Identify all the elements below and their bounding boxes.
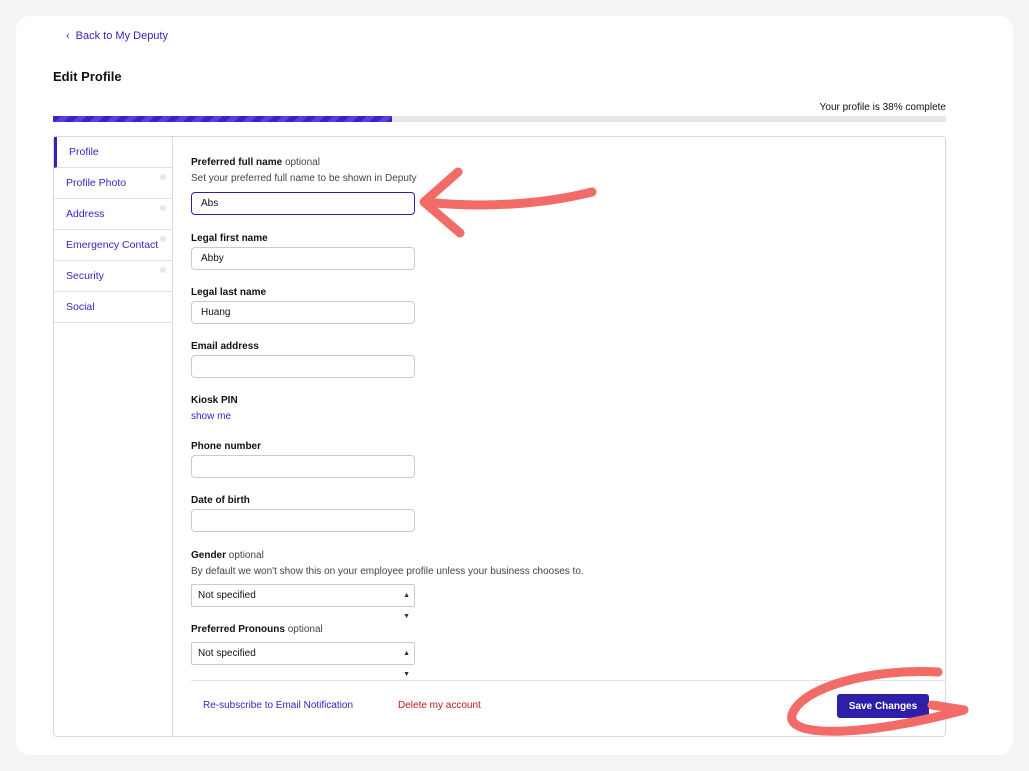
select-value: Not specified xyxy=(198,590,256,601)
legal-first-name-label: Legal first name xyxy=(191,233,268,244)
optional-tag: optional xyxy=(284,157,320,168)
sidebar-item-profile-photo[interactable]: Profile Photo xyxy=(54,168,172,199)
chevron-left-icon: ‹ xyxy=(66,30,70,42)
kiosk-pin-show-link[interactable]: show me xyxy=(191,411,231,422)
sidebar-item-profile[interactable]: Profile xyxy=(54,137,172,168)
optional-tag: optional xyxy=(228,550,264,561)
sidebar-item-label: Social xyxy=(66,301,95,313)
legal-last-name-input[interactable]: Huang xyxy=(191,301,415,324)
sidebar-item-label: Security xyxy=(66,270,104,282)
progress-text: Your profile is 38% complete xyxy=(819,102,946,113)
kiosk-pin-label: Kiosk PIN xyxy=(191,395,238,406)
back-link[interactable]: ‹ Back to My Deputy xyxy=(66,30,168,42)
gender-help: By default we won't show this on your em… xyxy=(191,566,584,577)
dob-label: Date of birth xyxy=(191,495,250,506)
sidebar-item-social[interactable]: Social xyxy=(54,292,172,323)
page-title: Edit Profile xyxy=(53,69,122,84)
phone-label: Phone number xyxy=(191,441,262,452)
sidebar-item-label: Address xyxy=(66,208,105,220)
profile-card: Profile Profile Photo Address Emergency … xyxy=(53,136,946,737)
gender-select[interactable]: Not specified ▲ ▼ xyxy=(191,584,415,620)
label-text: Preferred full name xyxy=(191,157,283,168)
label-text: Preferred Pronouns xyxy=(191,624,285,635)
select-value: Not specified xyxy=(198,648,256,659)
sidebar-item-security[interactable]: Security xyxy=(54,261,172,292)
status-dot-icon xyxy=(160,236,166,242)
pronouns-select[interactable]: Not specified ▲ ▼ xyxy=(191,642,415,678)
status-dot-icon xyxy=(160,205,166,211)
email-label: Email address xyxy=(191,341,259,352)
sidebar: Profile Profile Photo Address Emergency … xyxy=(54,137,173,736)
progress-fill xyxy=(53,116,393,122)
sidebar-item-label: Profile Photo xyxy=(66,177,127,189)
sidebar-item-emergency-contact[interactable]: Emergency Contact xyxy=(54,230,172,261)
label-text: Gender xyxy=(191,550,227,561)
save-changes-button[interactable]: Save Changes xyxy=(837,694,929,718)
caret-down-icon: ▲ ▼ xyxy=(403,650,410,678)
resubscribe-link[interactable]: Re-subscribe to Email Notification xyxy=(203,700,353,711)
legal-first-name-input[interactable]: Abby xyxy=(191,247,415,270)
back-link-label: Back to My Deputy xyxy=(75,30,168,42)
optional-tag: optional xyxy=(287,624,323,635)
preferred-name-help: Set your preferred full name to be shown… xyxy=(191,173,417,184)
status-dot-icon xyxy=(160,267,166,273)
delete-account-link[interactable]: Delete my account xyxy=(398,700,481,711)
sidebar-item-label: Profile xyxy=(69,146,99,158)
caret-down-icon: ▲ ▼ xyxy=(403,592,410,620)
sidebar-item-label: Emergency Contact xyxy=(66,239,159,251)
sidebar-item-address[interactable]: Address xyxy=(54,199,172,230)
phone-input[interactable] xyxy=(191,455,415,478)
pronouns-label: Preferred Pronouns optional xyxy=(191,624,323,635)
legal-last-name-label: Legal last name xyxy=(191,287,267,298)
email-input[interactable] xyxy=(191,355,415,378)
status-dot-icon xyxy=(160,174,166,180)
preferred-name-label: Preferred full name optional xyxy=(191,157,320,168)
progress-bar xyxy=(53,116,946,122)
footer-divider xyxy=(191,680,945,681)
dob-input[interactable] xyxy=(191,509,415,532)
preferred-name-input[interactable]: Abs xyxy=(191,192,415,215)
gender-label: Gender optional xyxy=(191,550,264,561)
